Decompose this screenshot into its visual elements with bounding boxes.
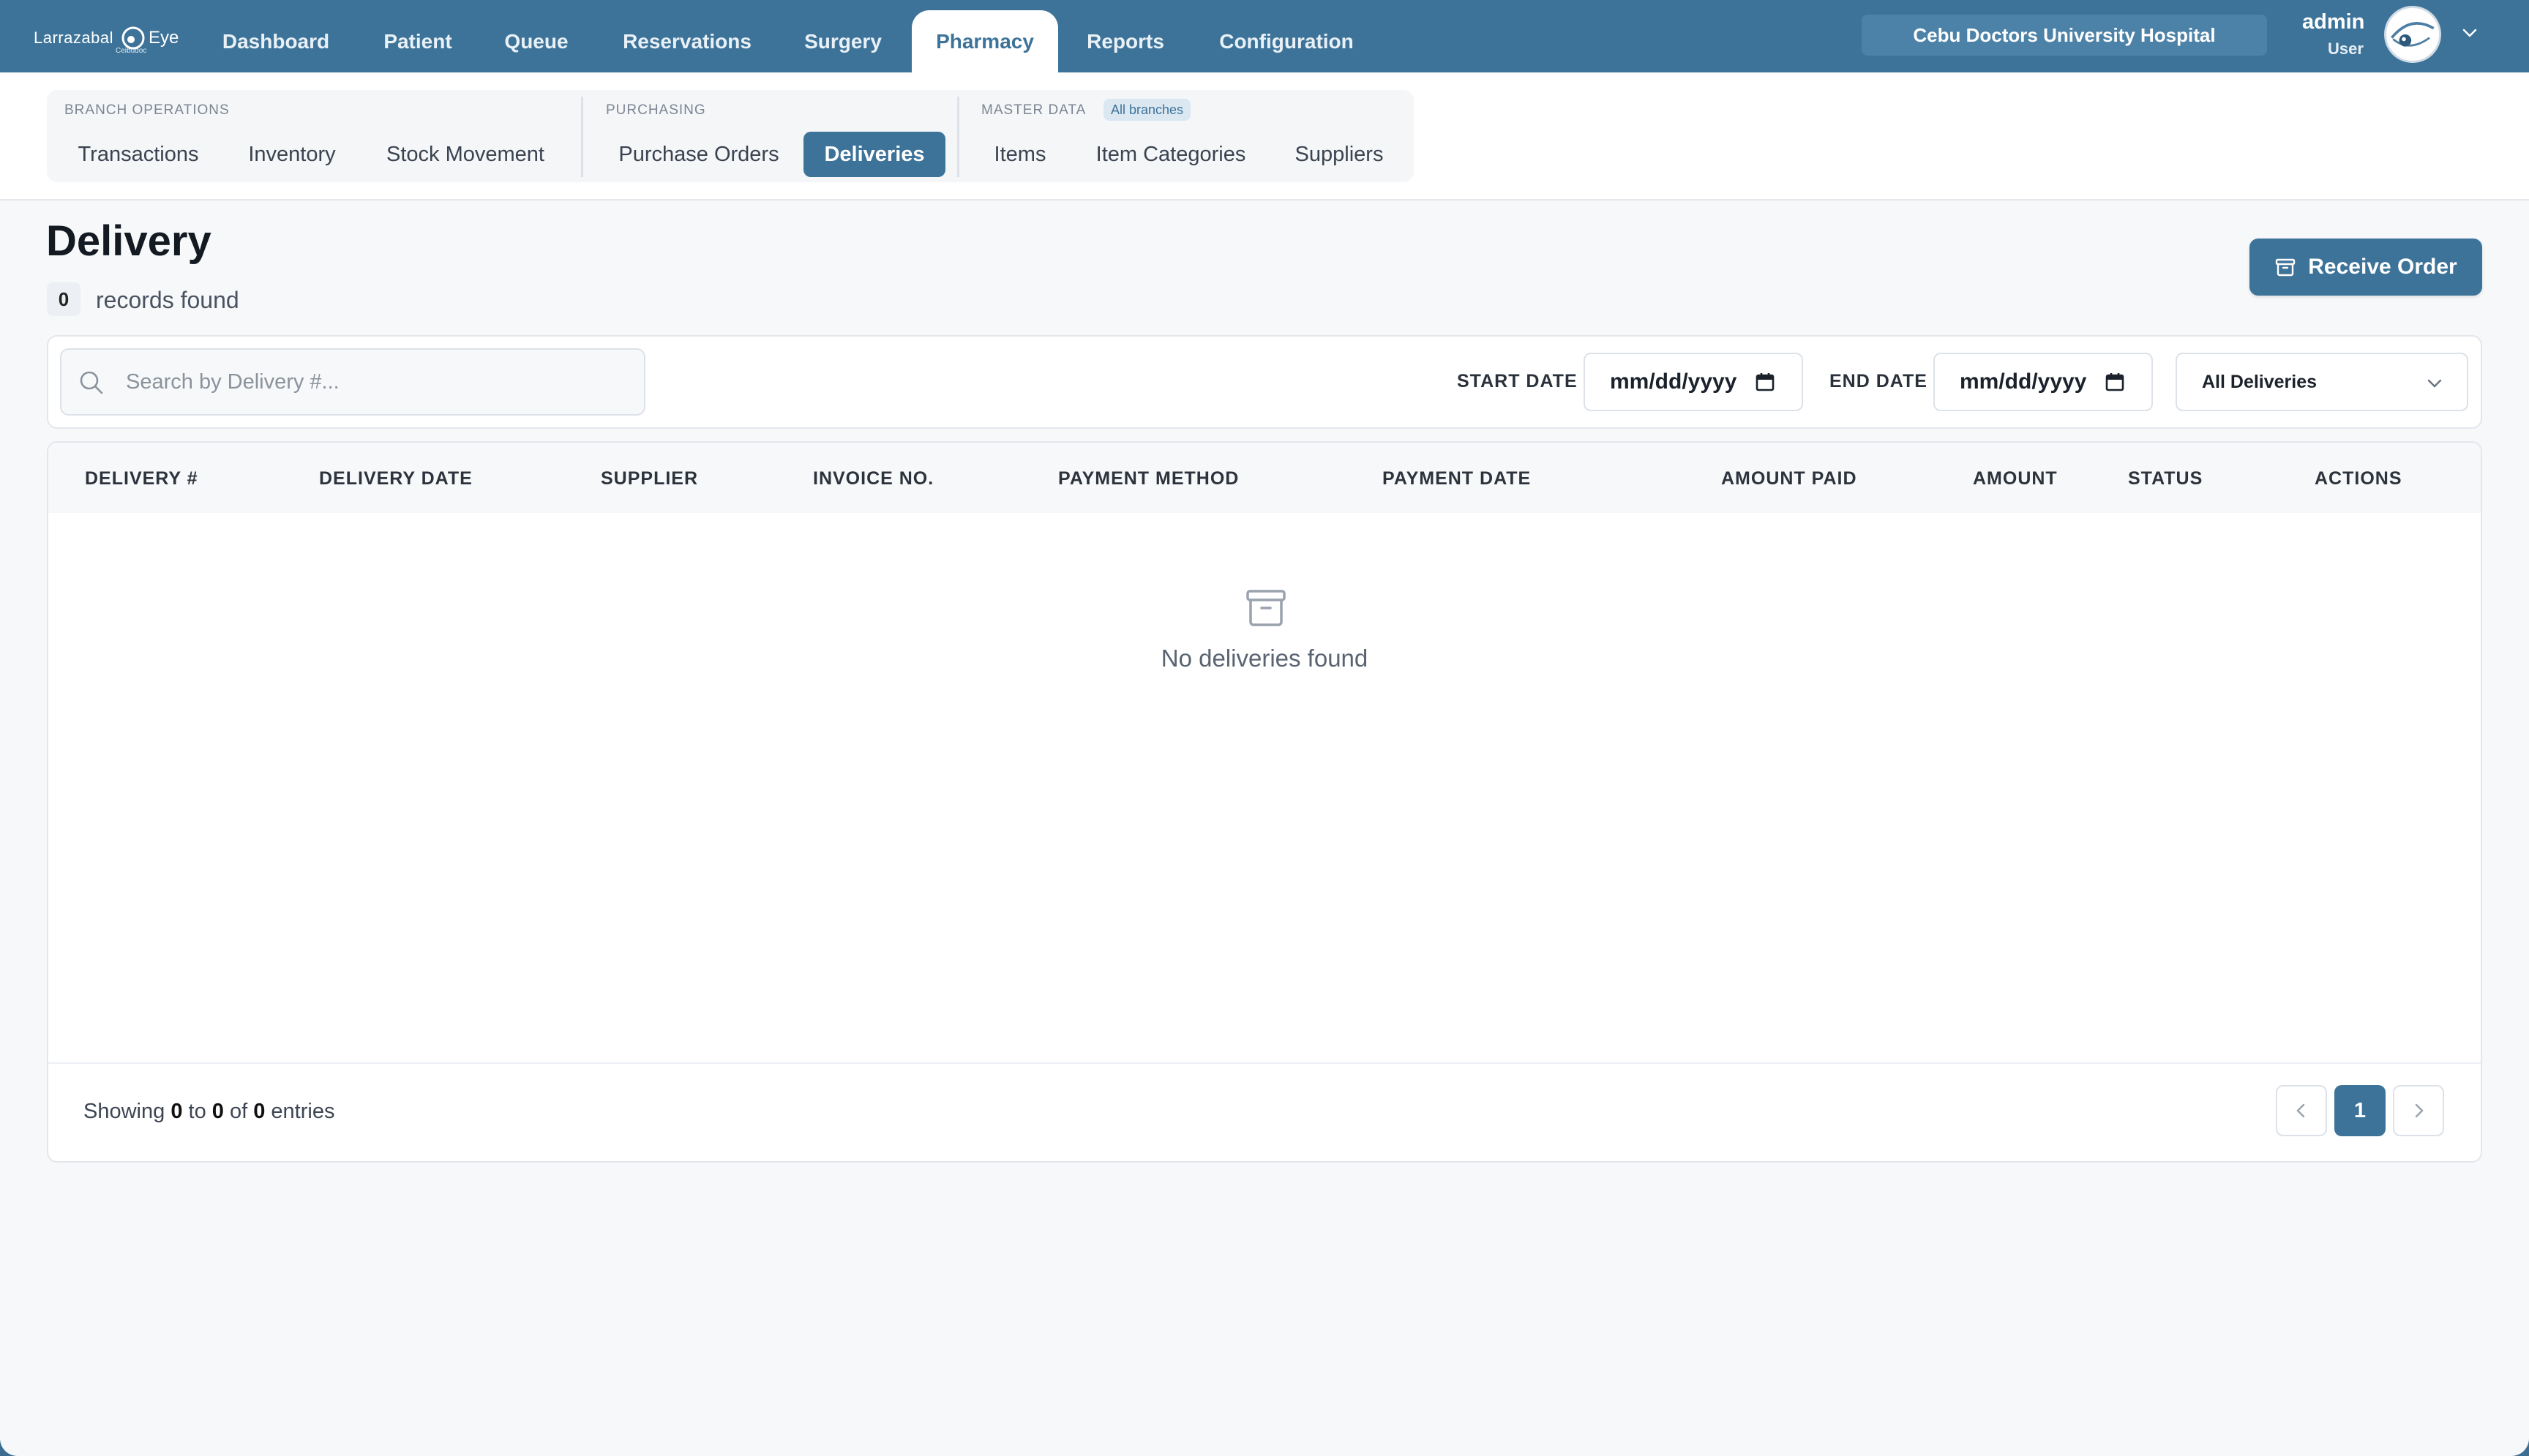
subnav-inventory[interactable]: Inventory (233, 132, 351, 177)
table-footer-divider (48, 1062, 2481, 1064)
brand-logo[interactable]: Larrazabal Eye Ceibudoc (34, 18, 179, 59)
chevron-left-icon (2296, 1103, 2305, 1118)
avatar[interactable] (2384, 6, 2441, 63)
delivery-status-select[interactable]: All Deliveries (2176, 353, 2468, 411)
subnav-item-categories[interactable]: Item Categories (1084, 132, 1257, 177)
subnav-suppliers[interactable]: Suppliers (1282, 132, 1396, 177)
hospital-selector[interactable]: Cebu Doctors University Hospital (1862, 15, 2267, 56)
start-date-value: mm/dd/yyyy (1610, 369, 1737, 394)
chevron-right-icon (2415, 1103, 2424, 1118)
eye-avatar-icon (2390, 22, 2435, 47)
all-branches-badge: All branches (1104, 99, 1191, 121)
brand-name-left: Larrazabal (34, 29, 113, 47)
end-date-input[interactable]: mm/dd/yyyy (1933, 353, 2153, 411)
pagination-summary: Showing 0 to 0 of 0 entries (83, 1100, 334, 1124)
chevron-down-icon[interactable] (2460, 23, 2479, 42)
entries-label: entries (271, 1100, 335, 1123)
table-header: DELIVERY # DELIVERY DATE SUPPLIER INVOIC… (48, 443, 2481, 513)
end-date-label: END DATE (1829, 371, 1927, 391)
brand-name-right: Eye (148, 28, 179, 48)
nav-patient[interactable]: Patient (369, 10, 467, 72)
subnav-stock-movement[interactable]: Stock Movement (373, 132, 558, 177)
next-page-button[interactable] (2393, 1085, 2444, 1136)
page-1-button[interactable]: 1 (2334, 1085, 2386, 1136)
column-actions: ACTIONS (2315, 468, 2402, 489)
subnav-transactions[interactable]: Transactions (64, 132, 212, 177)
start-date-input[interactable]: mm/dd/yyyy (1584, 353, 1803, 411)
group-label-master: MASTER DATA (981, 102, 1087, 118)
of-label: of (229, 1100, 248, 1123)
nav-configuration[interactable]: Configuration (1206, 10, 1367, 72)
to-label: to (188, 1100, 206, 1123)
nav-dashboard[interactable]: Dashboard (206, 10, 345, 72)
start-date-label: START DATE (1457, 371, 1578, 391)
chevron-down-icon (2427, 379, 2442, 388)
empty-archive-icon (1246, 590, 1286, 626)
nav-reservations[interactable]: Reservations (607, 10, 767, 72)
records-count: 0 (47, 282, 80, 316)
nav-reports[interactable]: Reports (1076, 10, 1175, 72)
subnav-purchase-orders[interactable]: Purchase Orders (606, 132, 792, 177)
calendar-icon[interactable] (2105, 372, 2125, 392)
nav-pharmacy[interactable]: Pharmacy (912, 10, 1058, 72)
nav-surgery[interactable]: Surgery (793, 10, 893, 72)
receive-order-label: Receive Order (2308, 255, 2457, 279)
showing-to: 0 (211, 1100, 224, 1123)
subnav-deliveries[interactable]: Deliveries (803, 132, 945, 177)
delivery-status-value: All Deliveries (2202, 372, 2318, 392)
search-box[interactable] (60, 348, 645, 416)
receive-order-button[interactable]: Receive Order (2249, 239, 2482, 296)
records-label: records found (96, 287, 239, 313)
end-date-value: mm/dd/yyyy (1960, 369, 2087, 394)
app-screen: Larrazabal Eye Ceibudoc Dashboard Patien… (0, 0, 2529, 1456)
column-delivery-number[interactable]: DELIVERY # (85, 468, 198, 489)
user-role: User (2328, 40, 2364, 58)
brand-tagline: Ceibudoc (116, 47, 147, 55)
top-nav: Larrazabal Eye Ceibudoc Dashboard Patien… (0, 0, 2529, 72)
subnav-divider (957, 97, 959, 177)
prev-page-button[interactable] (2276, 1085, 2327, 1136)
column-invoice-no[interactable]: INVOICE NO. (813, 468, 934, 489)
nav-queue[interactable]: Queue (492, 10, 581, 72)
search-icon (80, 371, 103, 394)
column-supplier[interactable]: SUPPLIER (601, 468, 698, 489)
group-label-branch: BRANCH OPERATIONS (64, 102, 230, 118)
column-amount[interactable]: AMOUNT (1973, 468, 2058, 489)
column-amount-paid[interactable]: AMOUNT PAID (1721, 468, 1857, 489)
column-delivery-date[interactable]: DELIVERY DATE (319, 468, 473, 489)
search-input[interactable] (126, 350, 631, 414)
showing-label: Showing (83, 1100, 165, 1123)
page-title: Delivery (46, 217, 211, 265)
group-label-purchasing: PURCHASING (606, 102, 706, 118)
user-name: admin (2302, 10, 2365, 34)
showing-from: 0 (171, 1100, 183, 1123)
archive-icon (2276, 258, 2296, 277)
column-payment-method[interactable]: PAYMENT METHOD (1058, 468, 1239, 489)
column-status[interactable]: STATUS (2128, 468, 2203, 489)
empty-state-message: No deliveries found (1161, 645, 1368, 672)
subnav-items[interactable]: Items (982, 132, 1058, 177)
calendar-icon[interactable] (1755, 372, 1775, 392)
showing-total: 0 (253, 1100, 266, 1123)
subnav-divider (581, 97, 583, 177)
deliveries-table: DELIVERY # DELIVERY DATE SUPPLIER INVOIC… (47, 441, 2482, 1163)
column-payment-date[interactable]: PAYMENT DATE (1382, 468, 1531, 489)
